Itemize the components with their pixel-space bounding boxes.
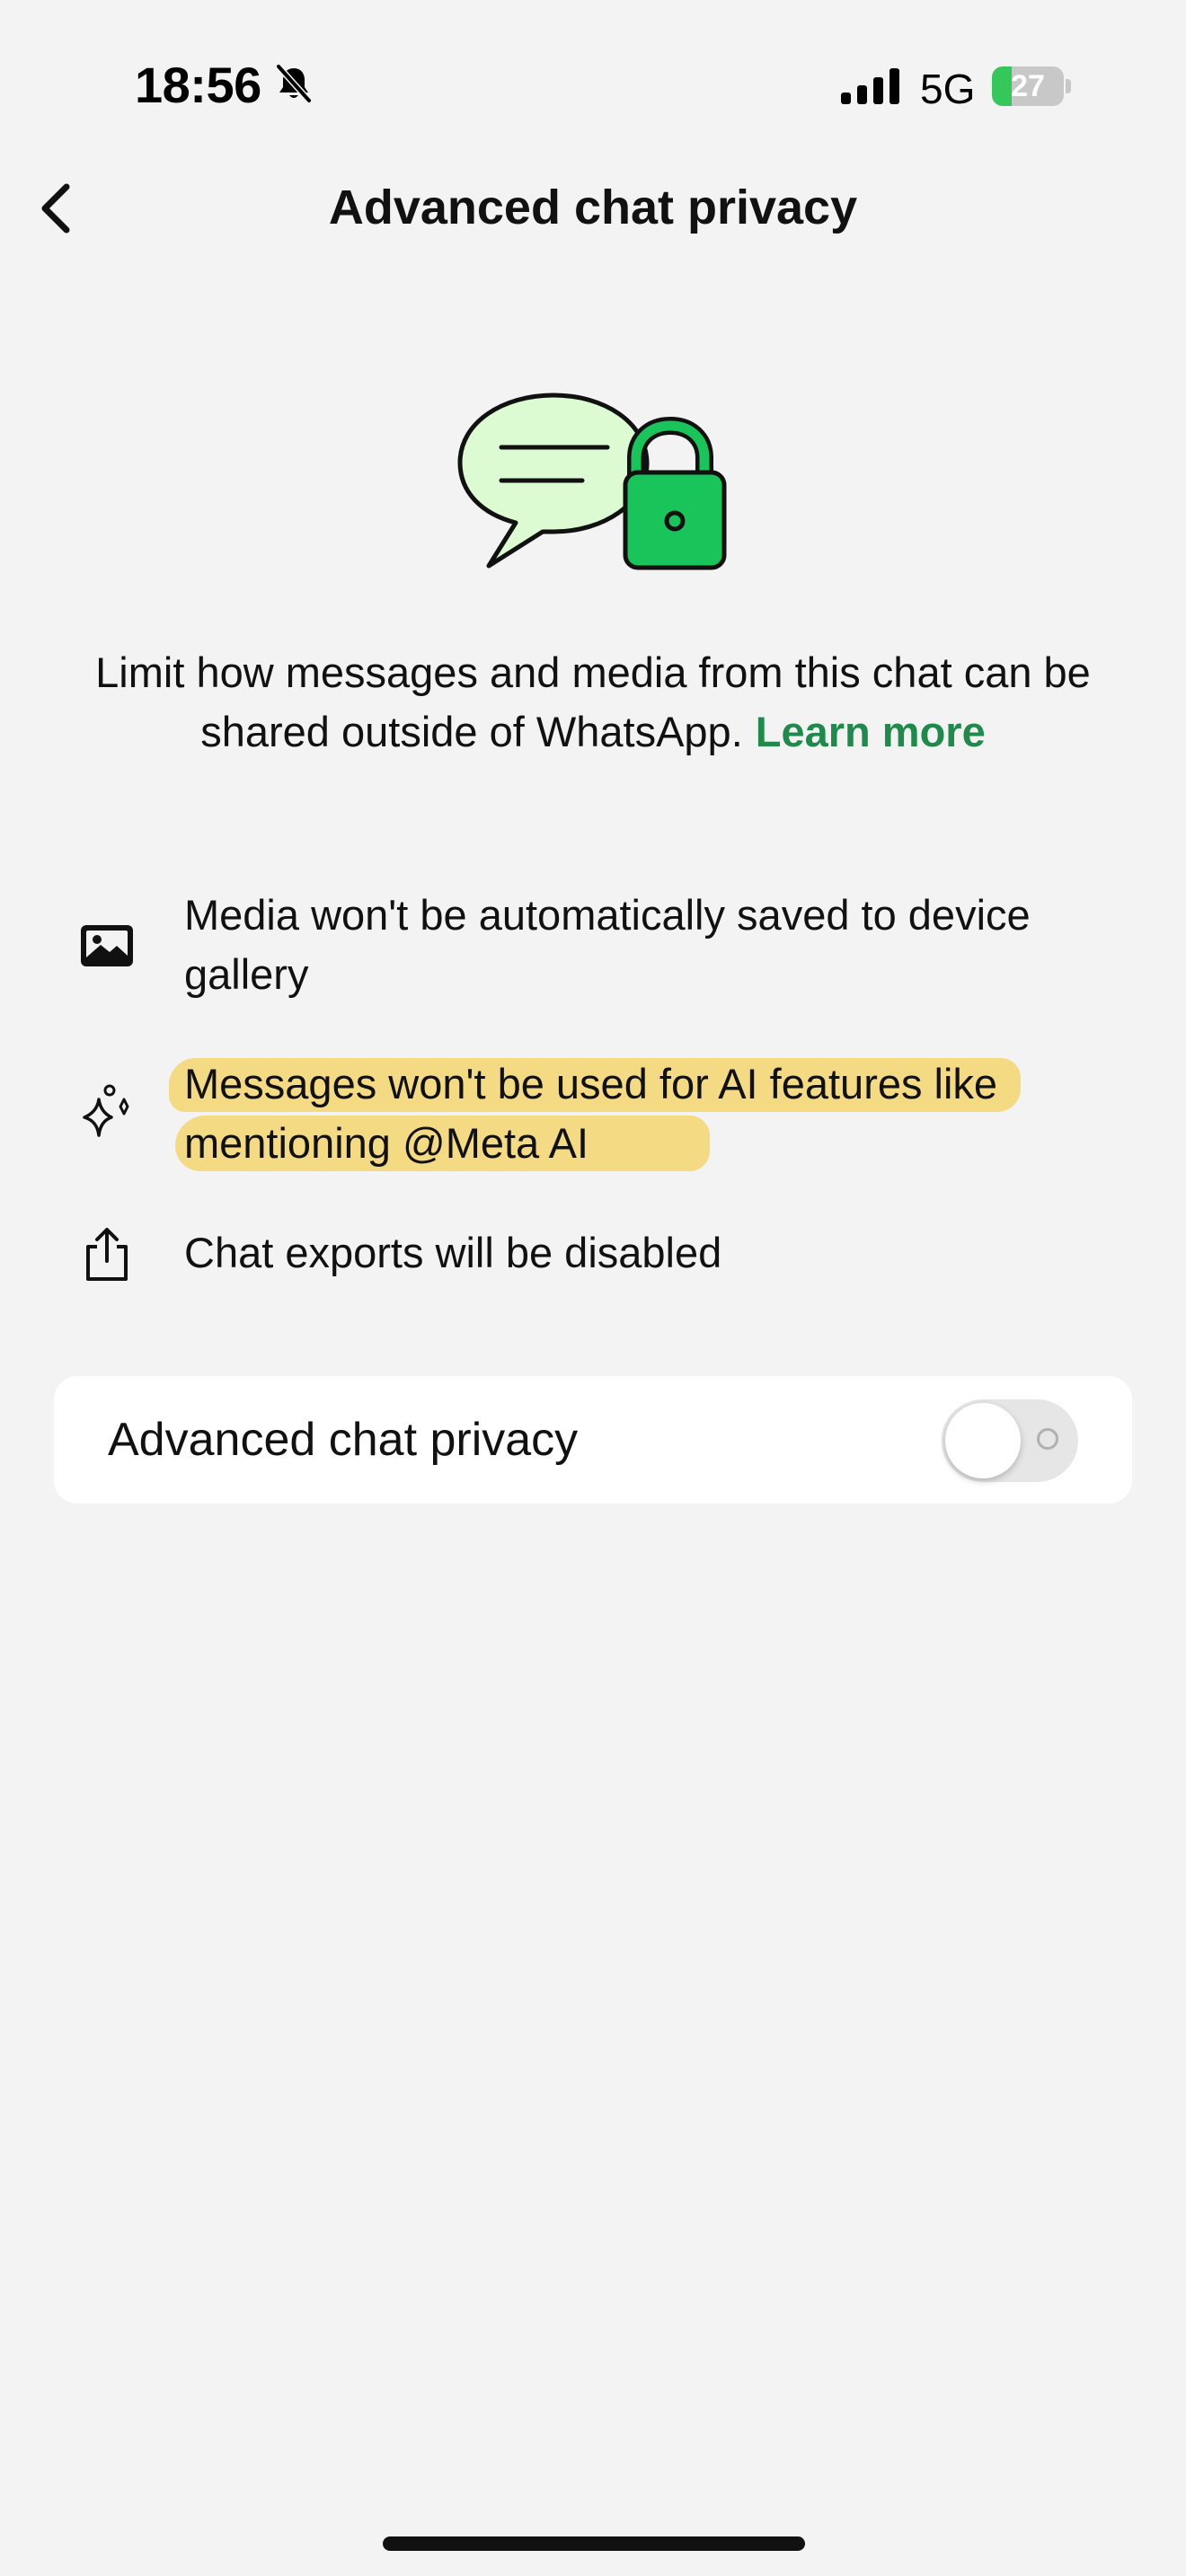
setting-label: Advanced chat privacy xyxy=(108,1414,579,1466)
learn-more-link[interactable]: Learn more xyxy=(756,708,986,755)
network-label: 5G xyxy=(920,66,976,112)
privacy-description: Limit how messages and media from this c… xyxy=(54,643,1132,762)
page-title: Advanced chat privacy xyxy=(328,181,858,234)
status-time: 18:56 xyxy=(135,57,261,113)
feature-ai: Messages won't be used for AI features l… xyxy=(0,1054,1186,1180)
feature-text: Messages won't be used for AI features l… xyxy=(184,1060,998,1167)
battery-label: 27 xyxy=(1011,69,1045,103)
feature-text: Media won't be automatically saved to de… xyxy=(184,891,1031,998)
signal-bars-icon xyxy=(841,68,899,104)
chat-bubble-icon xyxy=(457,393,650,569)
battery-charging-icon: 27 xyxy=(992,66,1071,106)
sparkles-icon xyxy=(83,1084,129,1137)
status-bar: 18:56 5G 27 xyxy=(0,0,1186,171)
feature-exports: Chat exports will be disabled xyxy=(0,1223,1186,1286)
padlock-icon xyxy=(623,416,727,570)
toggle-off-indicator xyxy=(1037,1428,1058,1450)
image-icon xyxy=(81,925,133,966)
toggle-knob xyxy=(945,1403,1021,1478)
feature-text: Chat exports will be disabled xyxy=(184,1229,722,1276)
home-indicator[interactable] xyxy=(383,2536,805,2551)
feature-media: Media won't be automatically saved to de… xyxy=(0,886,1186,1011)
chat-lock-illustration xyxy=(457,393,727,570)
advanced-chat-privacy-toggle[interactable] xyxy=(942,1399,1078,1482)
advanced-chat-privacy-setting: Advanced chat privacy xyxy=(54,1376,1132,1504)
share-icon xyxy=(86,1228,128,1281)
bell-slash-icon xyxy=(276,64,312,103)
